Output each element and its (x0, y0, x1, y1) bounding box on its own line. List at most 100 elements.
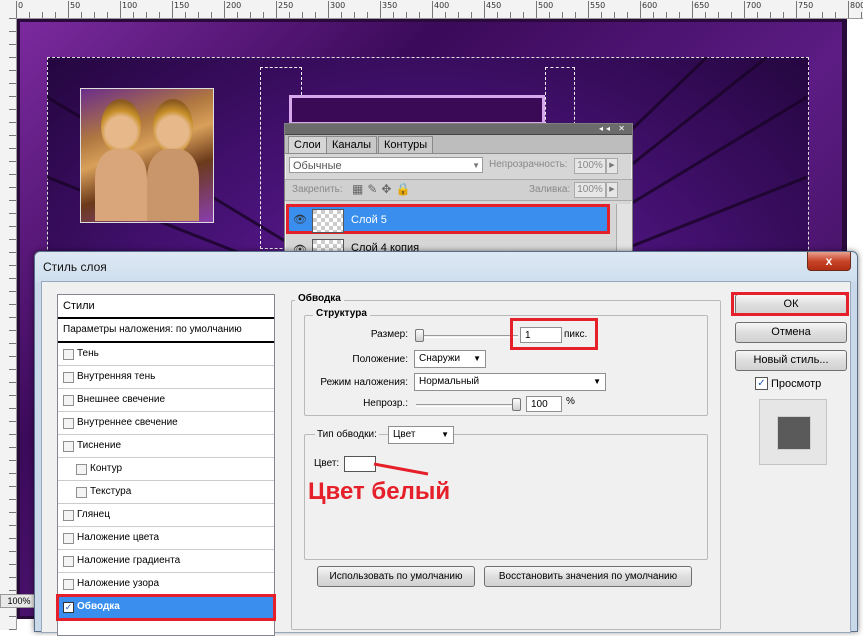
style-item[interactable]: Текстура (58, 481, 274, 504)
lock-row: Закрепить: ▦✎✥🔒 Заливка: 100% ▶ (285, 179, 632, 201)
style-checkbox[interactable] (76, 464, 87, 475)
style-item[interactable]: Контур (58, 458, 274, 481)
ruler-number: 550 (590, 1, 606, 10)
style-checkbox[interactable] (63, 533, 74, 544)
style-checkbox[interactable] (63, 372, 74, 383)
style-item[interactable]: Наложение градиента (58, 550, 274, 573)
fill-input[interactable]: 100% (574, 182, 606, 198)
opacity-label: Непрозр.: (363, 398, 408, 409)
style-item[interactable]: Наложение цвета (58, 527, 274, 550)
layer-row[interactable]: 👁 Слой 5 (286, 204, 610, 234)
opacity-unit: % (566, 396, 575, 407)
opacity-slider-track[interactable] (416, 404, 518, 407)
ruler-number: 300 (330, 1, 346, 10)
pink-frame (289, 95, 545, 125)
style-item-label: Наложение цвета (77, 532, 160, 543)
lock-icons[interactable]: ▦✎✥🔒 (352, 182, 414, 196)
style-item[interactable]: Внешнее свечение (58, 389, 274, 412)
tab-layers[interactable]: Слои (288, 136, 327, 153)
size-highlight (510, 318, 598, 350)
size-label: Размер: (370, 329, 408, 340)
style-item-label: Контур (90, 463, 123, 474)
annotation-arrow (373, 462, 429, 476)
position-value: Снаружи (419, 353, 461, 364)
style-item[interactable]: Внутренняя тень (58, 366, 274, 389)
blending-options-item[interactable]: Параметры наложения: по умолчанию (58, 319, 274, 343)
style-checkbox[interactable] (63, 556, 74, 567)
style-item[interactable]: Наложение узора (58, 573, 274, 596)
style-checkbox[interactable] (63, 441, 74, 452)
dialog-title: Стиль слоя (43, 260, 107, 274)
preview-checkbox[interactable]: ✓ (755, 377, 768, 390)
blend-mode-select[interactable]: Обычные ▼ (289, 157, 483, 173)
style-checkbox[interactable] (76, 487, 87, 498)
styles-list: Стили Параметры наложения: по умолчанию … (56, 294, 276, 636)
structure-group-title: Структура (313, 308, 370, 319)
ruler-number: 400 (434, 1, 450, 10)
style-item-label: Тень (77, 348, 99, 359)
eye-icon[interactable]: 👁 (293, 213, 309, 227)
blend-mode-select[interactable]: Нормальный ▼ (414, 373, 606, 391)
layers-panel-titlebar[interactable]: ◂◂ ✕ (285, 124, 632, 135)
ruler-number: 800 (850, 1, 863, 10)
close-button[interactable]: x (807, 252, 851, 271)
fill-slider-button[interactable]: ▶ (606, 182, 618, 198)
ruler-number: 700 (746, 1, 762, 10)
size-slider-thumb[interactable] (415, 329, 424, 342)
ruler-number: 750 (798, 1, 814, 10)
use-default-button[interactable]: Использовать по умолчанию (317, 566, 475, 587)
style-item-label: Внутренняя тень (77, 371, 156, 382)
ruler-number: 250 (278, 1, 294, 10)
style-checkbox[interactable] (63, 349, 74, 360)
layers-panel: ◂◂ ✕ Слои Каналы Контуры Обычные ▼ Непро… (284, 123, 633, 260)
style-checkbox[interactable] (63, 579, 74, 590)
cancel-button[interactable]: Отмена (735, 322, 847, 343)
reset-default-button[interactable]: Восстановить значения по умолчанию (484, 566, 692, 587)
ruler-number: 100 (122, 1, 138, 10)
style-item[interactable]: Тень (58, 343, 274, 366)
fill-type-select[interactable]: Цвет ▼ (388, 426, 454, 444)
style-item[interactable]: Глянец (58, 504, 274, 527)
size-slider-track[interactable] (416, 335, 518, 338)
style-checkbox[interactable] (63, 510, 74, 521)
styles-header[interactable]: Стили (58, 295, 274, 319)
layer-style-dialog: Стиль слоя x Стили Параметры наложения: … (34, 251, 858, 636)
style-item[interactable]: ✓ Обводка (56, 594, 276, 621)
panel-collapse-icon[interactable]: ◂◂ ✕ (599, 124, 628, 133)
tab-channels[interactable]: Каналы (326, 136, 378, 153)
style-item-label: Наложение узора (77, 578, 160, 589)
style-checkbox[interactable]: ✓ (63, 602, 74, 613)
style-item-label: Внешнее свечение (77, 394, 166, 405)
chevron-down-icon: ▼ (441, 430, 449, 439)
fill-label: Заливка: (529, 184, 571, 195)
style-item[interactable]: Тиснение (58, 435, 274, 458)
zoom-level[interactable]: 100% (0, 594, 38, 608)
opacity-slider-button[interactable]: ▶ (606, 158, 618, 174)
chevron-down-icon: ▼ (472, 161, 480, 170)
position-select[interactable]: Снаружи ▼ (414, 350, 486, 368)
chevron-down-icon: ▼ (593, 377, 601, 386)
stroke-group-title: Обводка (295, 293, 344, 304)
ruler-number: 600 (642, 1, 658, 10)
layers-tabs: Слои Каналы Контуры (285, 135, 632, 154)
blend-mode-label: Режим наложения: (320, 377, 408, 388)
portrait-image (80, 88, 214, 223)
style-item-label: Тиснение (77, 440, 122, 451)
opacity-input[interactable]: 100 (526, 396, 562, 412)
blend-mode-value: Обычные (293, 160, 342, 172)
ruler-number: 350 (382, 1, 398, 10)
opacity-input[interactable]: 100% (574, 158, 606, 174)
new-style-button[interactable]: Новый стиль... (735, 350, 847, 371)
annotation-text: Цвет белый (308, 478, 451, 505)
fill-type-value: Цвет (393, 429, 416, 440)
ruler-left (0, 18, 17, 630)
ruler-number: 150 (174, 1, 190, 10)
ruler-number: 0 (18, 1, 24, 10)
position-label: Положение: (352, 354, 408, 365)
opacity-slider-thumb[interactable] (512, 398, 521, 411)
style-item[interactable]: Внутреннее свечение (58, 412, 274, 435)
style-checkbox[interactable] (63, 395, 74, 406)
tab-paths[interactable]: Контуры (378, 136, 434, 153)
style-item-label: Наложение градиента (77, 555, 181, 566)
style-checkbox[interactable] (63, 418, 74, 429)
